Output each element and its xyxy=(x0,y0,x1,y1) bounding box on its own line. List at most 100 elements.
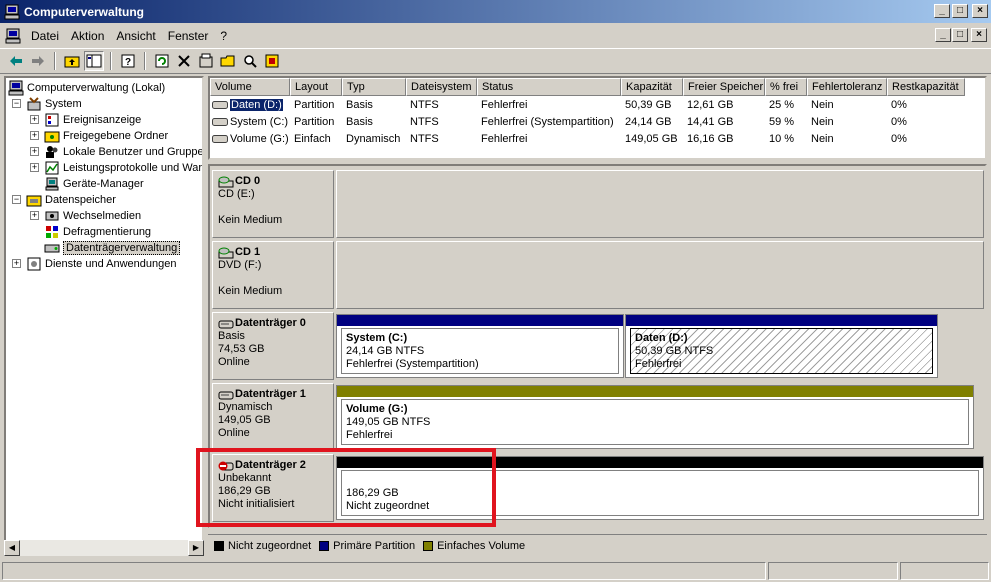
tree-item-storage[interactable]: Datenspeicher xyxy=(26,192,116,208)
scroll-right-icon[interactable]: ▶ xyxy=(188,540,204,556)
back-arrow-icon[interactable] xyxy=(6,51,26,71)
tree-item-event-viewer[interactable]: Ereignisanzeige xyxy=(44,112,141,128)
menu-ansicht[interactable]: Ansicht xyxy=(110,29,161,43)
tree-horizontal-scrollbar[interactable]: ◀ ▶ xyxy=(4,540,204,556)
search-icon[interactable] xyxy=(240,51,260,71)
disk-row-cd1: CD 1 DVD (F:) Kein Medium xyxy=(212,241,984,309)
hard-disk-icon xyxy=(218,318,234,330)
users-icon xyxy=(44,144,60,160)
col-layout[interactable]: Layout xyxy=(290,78,342,96)
tree-item-shared-folders[interactable]: Freigegebene Ordner xyxy=(44,128,168,144)
legend-swatch xyxy=(214,540,224,551)
col-status[interactable]: Status xyxy=(477,78,621,96)
partition-daten-d[interactable]: Daten (D:) 50,39 GB NTFS Fehlerfrei xyxy=(625,314,938,378)
defrag-icon xyxy=(44,224,60,240)
mdi-close-button[interactable]: × xyxy=(971,28,987,42)
expander-removable-storage[interactable]: + xyxy=(30,211,39,220)
show-hide-tree-icon[interactable] xyxy=(84,51,104,71)
storage-icon xyxy=(26,192,42,208)
menu-datei[interactable]: Datei xyxy=(25,29,65,43)
disk-label-disk0[interactable]: Datenträger 0 Basis 74,53 GB Online xyxy=(212,312,334,380)
col-type[interactable]: Typ xyxy=(342,78,406,96)
expander-shared-folders[interactable]: + xyxy=(30,131,39,140)
tree-item-performance-logs[interactable]: Leistungsprotokolle und Warnungen xyxy=(44,160,202,176)
disk-management-icon xyxy=(44,240,60,256)
performance-icon xyxy=(44,160,60,176)
mdi-minimize-button[interactable]: _ xyxy=(935,28,951,42)
settings-icon[interactable] xyxy=(262,51,282,71)
tree-item-removable-storage[interactable]: Wechselmedien xyxy=(44,208,141,224)
expander-storage[interactable]: − xyxy=(12,195,21,204)
expander-event-viewer[interactable]: + xyxy=(30,115,39,124)
volume-icon xyxy=(212,134,228,144)
tree-item-disk-management[interactable]: Datenträgerverwaltung xyxy=(44,240,181,256)
col-overhead[interactable]: Restkapazität xyxy=(887,78,965,96)
volume-icon xyxy=(212,117,228,127)
tree-item-system[interactable]: System xyxy=(26,96,82,112)
menu-help[interactable]: ? xyxy=(214,29,233,43)
forward-arrow-icon[interactable] xyxy=(28,51,48,71)
expander-local-users[interactable]: + xyxy=(30,147,39,156)
close-button[interactable]: × xyxy=(972,4,988,18)
col-free-space[interactable]: Freier Speicher xyxy=(683,78,765,96)
scroll-left-icon[interactable]: ◀ xyxy=(4,540,20,556)
table-row[interactable]: System (C:) Partition Basis NTFS Fehlerf… xyxy=(210,113,985,130)
legend-item: Primäre Partition xyxy=(319,540,415,552)
up-folder-icon[interactable] xyxy=(62,51,82,71)
status-pane xyxy=(768,562,898,580)
partition-volume-g[interactable]: Volume (G:) 149,05 GB NTFS Fehlerfrei xyxy=(336,385,974,449)
disk-space-cd0[interactable] xyxy=(336,170,984,238)
status-pane xyxy=(900,562,989,580)
event-viewer-icon xyxy=(44,112,60,128)
tree-item-services[interactable]: Dienste und Anwendungen xyxy=(26,256,177,272)
expander-services[interactable]: + xyxy=(12,259,21,268)
toolbar: ? xyxy=(0,48,991,74)
mdi-restore-button[interactable]: □ xyxy=(952,28,968,42)
properties-icon[interactable] xyxy=(196,51,216,71)
disk-label-cd1[interactable]: CD 1 DVD (F:) Kein Medium xyxy=(212,241,334,309)
col-volume[interactable]: Volume xyxy=(210,78,290,96)
menu-bar: Datei Aktion Ansicht Fenster ? _ □ × xyxy=(0,25,991,46)
col-percent-free[interactable]: % frei xyxy=(765,78,807,96)
refresh-icon[interactable] xyxy=(152,51,172,71)
minimize-button[interactable]: _ xyxy=(934,4,950,18)
col-fault-tolerance[interactable]: Fehlertoleranz xyxy=(807,78,887,96)
status-pane xyxy=(2,562,766,580)
cd-drive-icon xyxy=(218,247,234,259)
services-icon xyxy=(26,256,42,272)
tree-item-root[interactable]: Computerverwaltung (Lokal) xyxy=(8,80,165,96)
menu-fenster[interactable]: Fenster xyxy=(162,29,215,43)
menu-aktion[interactable]: Aktion xyxy=(65,29,110,43)
highlight-box xyxy=(196,448,496,527)
toolbar-separator xyxy=(110,52,112,70)
col-filesystem[interactable]: Dateisystem xyxy=(406,78,477,96)
volume-icon xyxy=(212,100,228,110)
tree-item-local-users[interactable]: Lokale Benutzer und Gruppen xyxy=(44,144,202,160)
expander-performance-logs[interactable]: + xyxy=(30,163,39,172)
legend: Nicht zugeordnet Primäre Partition Einfa… xyxy=(208,534,987,556)
partition-system-c[interactable]: System (C:) 24,14 GB NTFS Fehlerfrei (Sy… xyxy=(336,314,624,378)
disk-label-cd0[interactable]: CD 0 CD (E:) Kein Medium xyxy=(212,170,334,238)
shared-folder-icon xyxy=(44,128,60,144)
open-folder-icon[interactable] xyxy=(218,51,238,71)
tree-item-defragmentation[interactable]: Defragmentierung xyxy=(44,224,151,240)
system-menu-icon[interactable] xyxy=(5,28,21,44)
table-row[interactable]: Volume (G:) Einfach Dynamisch NTFS Fehle… xyxy=(210,130,985,147)
svg-text:?: ? xyxy=(125,57,131,68)
tree-item-device-manager[interactable]: Geräte-Manager xyxy=(44,176,144,192)
volume-list-header: Volume Layout Typ Dateisystem Status Kap… xyxy=(210,78,985,96)
disk-label-disk1[interactable]: Datenträger 1 Dynamisch 149,05 GB Online xyxy=(212,383,334,451)
disk-row-disk1: Datenträger 1 Dynamisch 149,05 GB Online… xyxy=(212,383,984,451)
legend-item: Einfaches Volume xyxy=(423,540,525,552)
col-capacity[interactable]: Kapazität xyxy=(621,78,683,96)
legend-swatch xyxy=(423,540,434,551)
expander-system[interactable]: − xyxy=(12,99,21,108)
device-manager-icon xyxy=(44,176,60,192)
table-row[interactable]: Daten (D:) Partition Basis NTFS Fehlerfr… xyxy=(210,96,985,113)
computer-management-icon xyxy=(4,4,20,20)
maximize-button[interactable]: □ xyxy=(952,4,968,18)
legend-item: Nicht zugeordnet xyxy=(214,540,311,552)
delete-icon[interactable] xyxy=(174,51,194,71)
disk-space-cd1[interactable] xyxy=(336,241,984,309)
help-icon[interactable]: ? xyxy=(118,51,138,71)
